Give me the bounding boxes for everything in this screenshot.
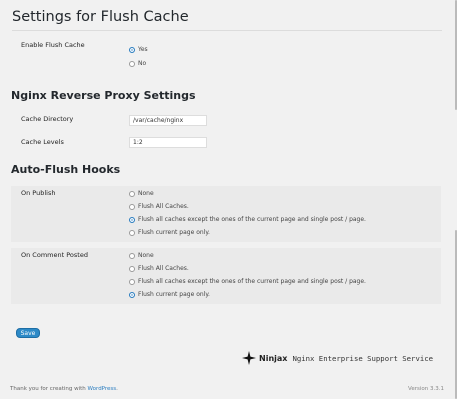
settings-page: Settings for Flush Cache Enable Flush Ca… <box>0 0 453 399</box>
radio-button-checked[interactable] <box>129 216 135 223</box>
on-comment-label: On Comment Posted <box>21 251 88 259</box>
radio-button[interactable] <box>129 60 135 67</box>
option-label: Flush all caches except the ones of the … <box>138 278 366 285</box>
option-label: Flush All Caches. <box>138 203 189 210</box>
on-publish-flush-except-radio[interactable]: Flush all caches except the ones of the … <box>129 216 366 223</box>
hooks-section-title: Auto-Flush Hooks <box>11 163 121 176</box>
footer-thanks-prefix: Thank you for creating with <box>10 386 88 392</box>
radio-button-checked[interactable] <box>129 291 135 298</box>
enable-yes-label: Yes <box>138 46 148 53</box>
option-label: None <box>138 190 154 197</box>
on-publish-flush-all-radio[interactable]: Flush All Caches. <box>129 203 189 210</box>
on-publish-label: On Publish <box>21 189 56 197</box>
option-label: Flush current page only. <box>138 291 210 298</box>
brand-tagline: Nginx Enterprise Support Service <box>292 353 434 363</box>
on-publish-flush-current-radio[interactable]: Flush current page only. <box>129 229 210 236</box>
save-button[interactable]: Save <box>16 328 40 338</box>
scrollbar-track[interactable] <box>453 0 457 399</box>
footer-version: Version 3.3.1 <box>408 386 444 392</box>
radio-button[interactable] <box>129 190 135 197</box>
on-comment-flush-except-radio[interactable]: Flush all caches except the ones of the … <box>129 278 366 285</box>
radio-button[interactable] <box>129 252 135 259</box>
enable-no-radio[interactable]: No <box>129 60 146 67</box>
option-label: Flush all caches except the ones of the … <box>138 216 366 223</box>
nginx-section-title: Nginx Reverse Proxy Settings <box>11 89 196 102</box>
radio-button[interactable] <box>129 278 135 285</box>
cache-levels-input[interactable] <box>129 137 207 148</box>
ninja-star-icon <box>242 351 256 365</box>
page-title: Settings for Flush Cache <box>12 9 442 31</box>
on-publish-none-radio[interactable]: None <box>129 190 154 197</box>
option-label: Flush current page only. <box>138 229 210 236</box>
option-label: None <box>138 252 154 259</box>
cache-levels-label: Cache Levels <box>21 138 64 146</box>
on-comment-none-radio[interactable]: None <box>129 252 154 259</box>
option-label: Flush All Caches. <box>138 265 189 272</box>
radio-button[interactable] <box>129 265 135 272</box>
on-comment-flush-current-radio[interactable]: Flush current page only. <box>129 291 210 298</box>
enable-yes-radio[interactable]: Yes <box>129 46 148 53</box>
footer-thanks-suffix: . <box>116 386 118 392</box>
on-publish-row <box>11 186 441 242</box>
wordpress-link[interactable]: WordPress <box>88 386 117 392</box>
cache-directory-input[interactable] <box>129 115 207 126</box>
radio-button-checked[interactable] <box>129 46 135 53</box>
cache-directory-label: Cache Directory <box>21 115 74 123</box>
brand-name: Ninjax <box>259 353 288 363</box>
brand-banner: Ninjax Nginx Enterprise Support Service <box>242 351 433 365</box>
radio-button[interactable] <box>129 203 135 210</box>
on-comment-flush-all-radio[interactable]: Flush All Caches. <box>129 265 189 272</box>
radio-button[interactable] <box>129 229 135 236</box>
enable-flush-cache-label: Enable Flush Cache <box>21 41 85 49</box>
footer-thanks: Thank you for creating with WordPress. <box>10 386 118 392</box>
enable-no-label: No <box>138 60 147 67</box>
